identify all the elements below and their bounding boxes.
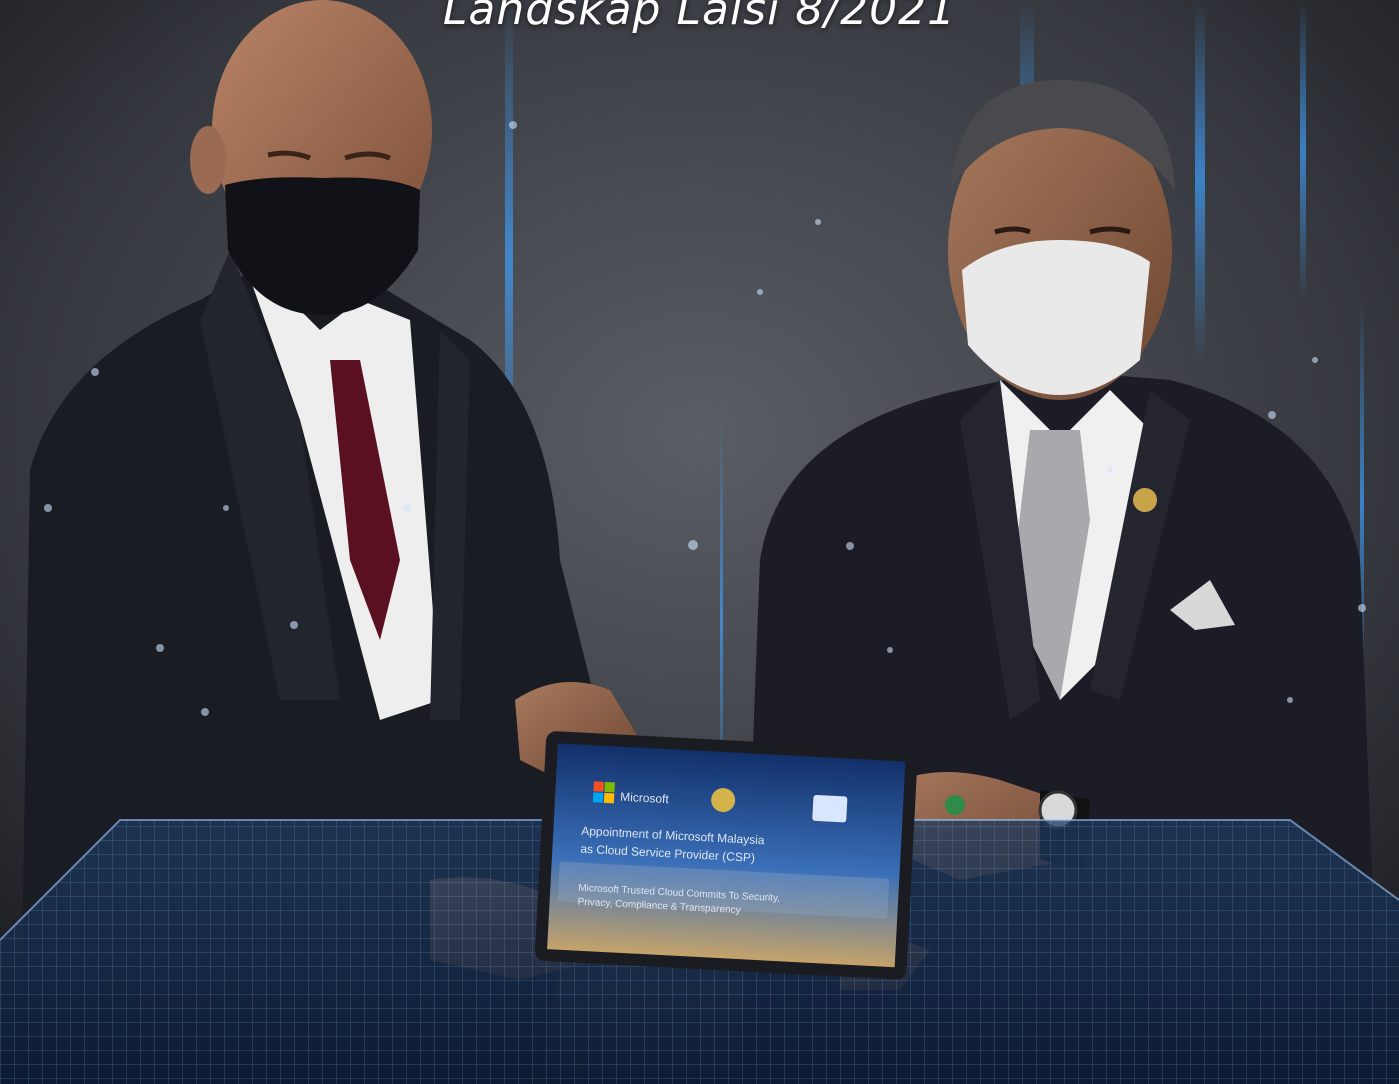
photo-caption: Landskap Lalsi 8/2021	[442, 0, 957, 35]
tablet: Microsoft Appointment of Microsoft Malay…	[534, 731, 918, 980]
ceremony-photo: Microsoft Appointment of Microsoft Malay…	[0, 0, 1399, 1084]
tablet-brand: Microsoft	[620, 790, 670, 807]
photo-scene: Microsoft Appointment of Microsoft Malay…	[0, 0, 1399, 1084]
